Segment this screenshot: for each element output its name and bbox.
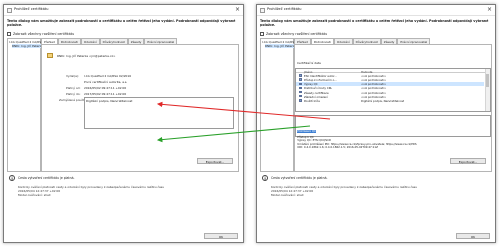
title-bar: Prohlížeč certifikátu × <box>257 5 495 16</box>
chain-status-text: Cesta vytvoření certifikátu je platná. <box>271 176 328 180</box>
extension-icon <box>299 82 302 86</box>
ok-button[interactable]: OK <box>204 233 238 239</box>
extension-icon <box>299 86 302 90</box>
tree-item-subject[interactable]: RNDr. Ing. Jiří Peterka <box>12 44 43 48</box>
window-title: Prohlížeč certifikátu <box>14 7 49 11</box>
tree-item-subject[interactable]: RNDr. Ing. Jiří Peterka <box>265 44 296 48</box>
table-scrollbar[interactable] <box>485 69 490 111</box>
checkbox-box[interactable] <box>7 32 11 36</box>
detail-line: OID: 0.4.0.1862.1.6; 0.4.0.1862.1.5; 201… <box>297 145 378 150</box>
info-icon: i <box>262 175 268 181</box>
extension-icon <box>299 74 302 77</box>
valid-from-value: 2016/05/02 09:47:11 +02:00 <box>84 86 127 90</box>
export-button[interactable]: Exportovat... <box>197 158 233 164</box>
close-icon[interactable]: × <box>235 6 240 14</box>
issued-by-value: I.CA Qualified 2 CA/RSA 02/2016 <box>84 74 132 78</box>
valid-to-value: 2017/05/02 09:47:11 +02:00 <box>84 92 127 96</box>
checkbox-label: Zobrazit všechny rozšíření certifikátu <box>266 32 328 36</box>
row-value: Digitální podpis, Nezvratitelnost <box>361 98 405 103</box>
app-icon <box>7 8 12 13</box>
table-row[interactable]: Použití klíče Digitální podpis, Nezvrati… <box>296 98 484 103</box>
info-icon: i <box>9 175 15 181</box>
valid-from-label: Platný od: <box>66 86 81 90</box>
validation-model: Model ověřování: shell <box>18 192 51 197</box>
dialog-description: Tento dialog vám umožňuje zobrazit podro… <box>260 19 489 28</box>
show-all-extensions-checkbox[interactable]: Zobrazit všechny rozšíření certifikátu <box>7 32 74 36</box>
extensions-table[interactable]: Jméno Hodnota ESC Identifikátor autor...… <box>295 68 491 112</box>
title-bar: Prohlížeč certifikátu × <box>4 5 243 16</box>
window-title: Prohlížeč certifikátu <box>267 7 302 11</box>
validation-model: Model ověřování: shell <box>271 192 304 197</box>
intended-usage-field[interactable]: Digitální podpis, Nezvratitelnost <box>84 97 234 129</box>
extension-icon <box>299 78 302 82</box>
extension-icon <box>299 94 302 98</box>
ok-button[interactable]: OK <box>456 233 490 239</box>
certificate-chain-tree: I.CA Qualified 2 CA/RSA 0 RNDr. Ing. Jiř… <box>260 38 299 172</box>
validation-note: Kontroly ověření platnosti cesty a odvol… <box>18 185 240 197</box>
intended-usage-value: Digitální podpis, Nezvratitelnost <box>86 98 133 103</box>
certificate-chain-tree: I.CA Qualified 2 CA/RSA 0 RNDr. Ing. Jiř… <box>7 38 46 172</box>
export-button[interactable]: Exportovat... <box>450 158 486 164</box>
table-header: Jméno Hodnota <box>296 69 490 74</box>
valid-to-label: Platný do: <box>66 92 81 96</box>
certificate-viewer-window-left: Prohlížeč certifikátu × Tento dialog vám… <box>3 4 244 243</box>
scrollbar-thumb[interactable] <box>485 74 490 87</box>
close-icon[interactable]: × <box>487 6 492 14</box>
dialog-description: Tento dialog vám umožňuje zobrazit podro… <box>7 19 236 28</box>
validation-note: Kontroly ověření platnosti cesty a odvol… <box>271 185 493 197</box>
checkbox-box[interactable] <box>260 32 264 36</box>
detail-line-selected: Prohlášení QC <box>297 128 316 134</box>
issuer-org-value: První certifikační autorita, a.s. <box>84 80 128 84</box>
checkbox-label: Zobrazit všechny rozšíření certifikátu <box>13 32 75 36</box>
details-heading: Certifikační data <box>297 61 321 65</box>
extension-icon <box>299 90 302 94</box>
chain-status-text: Cesta vytvoření certifikátu je platná. <box>18 176 75 180</box>
intended-usage-label: Zamýšlené použití: <box>59 98 87 102</box>
extension-icon <box>299 98 302 102</box>
app-icon <box>260 8 265 13</box>
issued-by-label: Vydal(a): <box>66 74 80 78</box>
extension-detail-box[interactable]: Prohlášení QC Přístup k QC Výpisy QC: ET… <box>295 115 491 149</box>
row-name: Použití klíče <box>304 98 320 103</box>
certificate-icon <box>47 53 53 58</box>
certificate-viewer-window-right: Prohlížeč certifikátu × Tento dialog vám… <box>256 4 496 243</box>
subject-name: RNDr. Ing. Jiří Peterka <jiri@peterka.cz… <box>57 54 116 58</box>
show-all-extensions-checkbox[interactable]: Zobrazit všechny rozšíření certifikátu <box>260 32 327 36</box>
